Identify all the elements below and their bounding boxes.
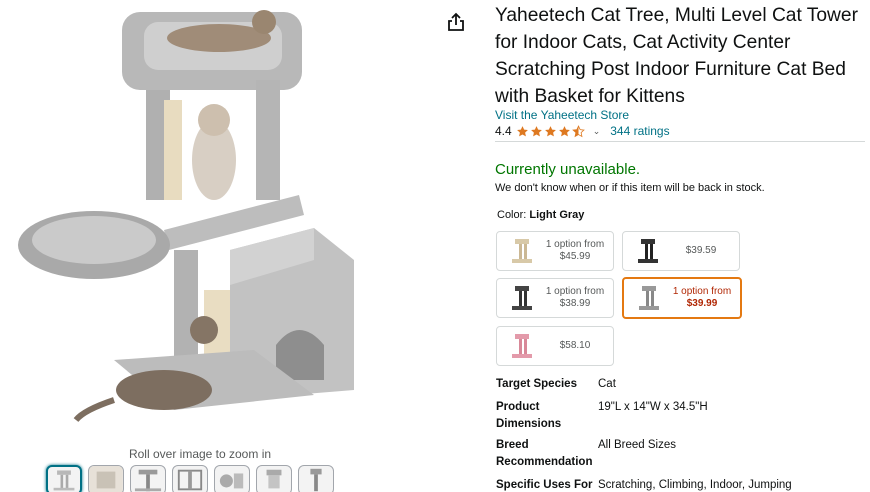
swatch-thumbnail-icon [639,286,659,310]
spec-value: 19"L x 14"W x 34.5"H [598,401,708,413]
star-full-icon [544,125,556,136]
product-title: Yaheetech Cat Tree, Multi Level Cat Towe… [495,5,858,107]
thumbnail-1[interactable] [46,465,82,492]
star-full-icon [558,125,570,136]
spec-value: Scratching, Climbing, Indoor, Jumping [598,479,792,491]
swatch-price: $38.99 [559,298,591,309]
swatch-price: $39.99 [686,298,718,309]
zoom-hint: Roll over image to zoom in [128,447,272,461]
color-swatch-5[interactable]: $58.10 [496,326,614,366]
swatch-price: $39.59 [685,245,717,256]
availability-note: We don't know when or if this item will … [495,182,765,194]
main-product-image[interactable] [14,0,374,440]
swatch-thumbnail-icon [638,239,658,263]
spec-value: Cat [598,378,616,390]
divider [495,141,865,142]
star-full-icon [516,125,528,136]
swatch-price: $45.99 [559,251,591,262]
spec-value: All Breed Sizes [598,439,676,451]
spec-key: Product Dimensions [496,401,562,430]
spec-key: Specific Uses For [496,479,593,491]
thumbnail-6[interactable] [256,465,292,492]
swatch-thumbnail-icon [512,239,532,263]
swatch-option-text: 1 option from [672,286,732,297]
thumbnail-7[interactable] [298,465,334,492]
store-link[interactable]: Visit the Yaheetech Store [495,108,629,122]
thumbnail-3[interactable] [130,465,166,492]
swatch-option-text: 1 option from [545,239,605,250]
color-swatch-4-selected[interactable]: 1 option from $39.99 [622,277,742,319]
ratings-count-link[interactable]: 344 ratings [610,124,669,138]
selected-color: Light Gray [529,209,585,221]
thumbnail-4[interactable] [172,465,208,492]
spec-key: Target Species [496,378,577,390]
availability-status: Currently unavailable. [495,161,641,178]
star-full-icon [530,125,542,136]
spec-key: Breed Recommendation [496,439,593,468]
color-label: Color: Light Gray [497,209,584,221]
rating-row: 4.4 ⌄ 344 ratings [495,124,670,138]
color-swatch-1[interactable]: 1 option from $45.99 [496,231,614,271]
swatch-thumbnail-icon [512,334,532,358]
color-swatch-2[interactable]: $39.59 [622,231,740,271]
thumbnail-strip [46,465,334,492]
star-rating[interactable] [516,124,585,138]
swatch-option-text: 1 option from [545,286,605,297]
chevron-down-icon[interactable]: ⌄ [593,126,601,137]
thumbnail-5[interactable] [214,465,250,492]
cat-tree-illustration [18,10,354,423]
color-label-prefix: Color: [497,209,530,221]
thumbnail-2[interactable] [88,465,124,492]
star-half-icon [571,124,585,137]
swatch-price: $58.10 [559,340,591,351]
rating-value: 4.4 [495,124,512,138]
swatch-thumbnail-icon [512,286,532,310]
share-icon[interactable] [447,12,465,32]
color-swatch-3[interactable]: 1 option from $38.99 [496,278,614,318]
